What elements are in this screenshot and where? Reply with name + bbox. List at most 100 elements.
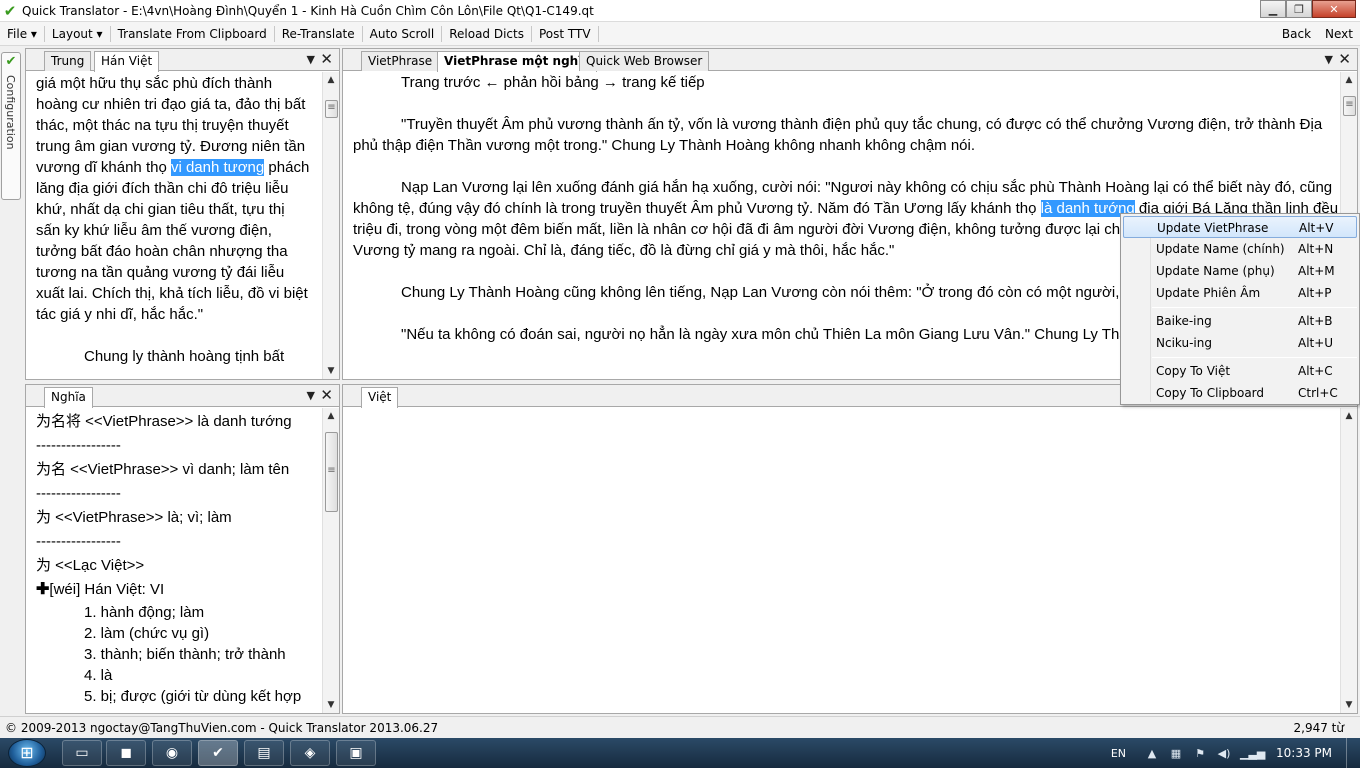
- context-menu: Update VietPhrase Alt+V Update Name (chí…: [1120, 213, 1360, 405]
- status-bar: © 2009-2013 ngoctay@TangThuVien.com - Qu…: [0, 716, 1360, 738]
- app-check-icon: ✔: [3, 1, 17, 20]
- menu-item-label: Update VietPhrase: [1157, 221, 1269, 235]
- text-line: vương dĩ khánh thọ vi danh tương phách: [36, 157, 318, 178]
- translate-from-clipboard-button[interactable]: Translate From Clipboard: [111, 24, 274, 44]
- vietphrase-tabbar: VietPhrase VietPhrase một nghĩa Quick We…: [343, 49, 1357, 72]
- check-icon: ✔: [5, 54, 17, 69]
- scroll-down-icon[interactable]: ▼: [1341, 697, 1357, 713]
- menu-file[interactable]: File ▾: [0, 24, 44, 44]
- viet-scrollbar[interactable]: ▲ ▼: [1340, 408, 1357, 713]
- definition: 5. bị; được (giới từ dùng kết hợp: [84, 688, 302, 705]
- tab-vietphrase-mot-nghia[interactable]: VietPhrase một nghĩa: [437, 51, 598, 72]
- panel-close-icon[interactable]: ✕: [320, 50, 333, 68]
- menu-copy-to-clipboard[interactable]: Copy To Clipboard Ctrl+C: [1123, 382, 1357, 404]
- chrome-icon[interactable]: ◉: [152, 740, 192, 766]
- nghia-scrollbar[interactable]: ▲ ▼: [322, 408, 339, 713]
- menu-item-shortcut: Alt+N: [1298, 242, 1334, 256]
- maximize-button[interactable]: ❐: [1286, 0, 1312, 18]
- nghia-text[interactable]: 为名将 <<VietPhrase>> là danh tướng -------…: [26, 408, 322, 713]
- scroll-up-icon[interactable]: ▲: [323, 408, 339, 424]
- scroll-down-icon[interactable]: ▼: [323, 363, 339, 379]
- separator-line: -----------------: [36, 485, 121, 502]
- text-line: sấn ky khứ liễu âm thế vương điện,: [36, 222, 272, 239]
- network-tray-icon[interactable]: ▦: [1168, 747, 1184, 760]
- tab-dropdown-icon[interactable]: ▼: [1325, 53, 1333, 66]
- tab-viet[interactable]: Việt: [361, 387, 399, 408]
- menu-update-phien-am[interactable]: Update Phiên Âm Alt+P: [1123, 282, 1357, 304]
- title-bar: ✔ Quick Translator - E:\4vn\Hoàng Đình\Q…: [0, 0, 1360, 22]
- configuration-tab[interactable]: ✔ Configuration: [1, 52, 21, 200]
- menu-update-vietphrase[interactable]: Update VietPhrase Alt+V: [1123, 216, 1357, 238]
- scroll-up-icon[interactable]: ▲: [1341, 72, 1357, 88]
- scroll-thumb[interactable]: [1343, 96, 1356, 116]
- panel-close-icon[interactable]: ✕: [1338, 50, 1351, 68]
- post-ttv-button[interactable]: Post TTV: [532, 24, 598, 44]
- action-center-icon[interactable]: ⚑: [1192, 747, 1208, 760]
- text-line: lăng địa giới đích thần chi đô triệu liễ…: [36, 180, 289, 197]
- source-panel: Trung Hán Việt ▼ ✕ giá một hữu thụ sắc p…: [25, 48, 340, 380]
- scroll-up-icon[interactable]: ▲: [323, 72, 339, 88]
- word-count: 2,947 từ: [1293, 721, 1344, 735]
- language-indicator[interactable]: EN: [1111, 747, 1126, 760]
- window-app-icon[interactable]: ▣: [336, 740, 376, 766]
- menu-baike-ing[interactable]: Baike-ing Alt+B: [1123, 310, 1357, 332]
- auto-scroll-button[interactable]: Auto Scroll: [363, 24, 442, 44]
- source-scrollbar[interactable]: ▲ ▼: [322, 72, 339, 379]
- text-line: xuất lai. Chích thị, khả tích liễu, đồ v…: [36, 285, 308, 302]
- tab-dropdown-icon[interactable]: ▼: [307, 53, 315, 66]
- dict-entry: 为名 <<VietPhrase>> vì danh; làm tên: [36, 461, 290, 478]
- menu-separator: [1152, 307, 1357, 308]
- back-button[interactable]: Back: [1275, 24, 1318, 44]
- tab-nghia[interactable]: Nghĩa: [44, 387, 93, 408]
- tray-expand-icon[interactable]: ▲: [1144, 747, 1160, 760]
- retranslate-button[interactable]: Re-Translate: [275, 24, 362, 44]
- quick-translator-icon[interactable]: ✔: [198, 740, 238, 766]
- scroll-up-icon[interactable]: ▲: [1341, 408, 1357, 424]
- media-app-icon[interactable]: ◼: [106, 740, 146, 766]
- menu-item-label: Update Name (phụ): [1156, 264, 1275, 278]
- text-line: Chung ly thành hoàng tịnh bất: [84, 348, 285, 365]
- tab-trung[interactable]: Trung: [44, 51, 92, 71]
- menu-nciku-ing[interactable]: Nciku-ing Alt+U: [1123, 332, 1357, 354]
- tab-dropdown-icon[interactable]: ▼: [307, 389, 315, 402]
- next-button[interactable]: Next: [1318, 24, 1360, 44]
- clock[interactable]: 10:33 PM: [1276, 746, 1332, 760]
- menu-separator: [1152, 357, 1357, 358]
- menu-layout[interactable]: Layout ▾: [45, 24, 110, 44]
- minimize-button[interactable]: ▁: [1260, 0, 1286, 18]
- taskbar: ▭ ◼ ◉ ✔ ▤ ◈ ▣ EN ▲ ▦ ⚑ ◀) ▁▃▅ 10:33 PM: [0, 738, 1360, 768]
- tab-han-viet[interactable]: Hán Việt: [94, 51, 160, 72]
- dict-entry: 为名将 <<VietPhrase>> là danh tướng: [36, 413, 292, 430]
- show-desktop-button[interactable]: [1346, 738, 1360, 768]
- tab-quick-web-browser[interactable]: Quick Web Browser: [579, 51, 710, 71]
- menu-update-name-chinh[interactable]: Update Name (chính) Alt+N: [1123, 238, 1357, 260]
- start-button[interactable]: [8, 739, 46, 767]
- nghia-tabbar: Nghĩa ▼ ✕: [26, 385, 339, 408]
- notepad-icon[interactable]: ▤: [244, 740, 284, 766]
- menu-item-shortcut: Alt+M: [1298, 264, 1335, 278]
- text-segment: phách: [264, 159, 310, 176]
- app-icon[interactable]: ◈: [290, 740, 330, 766]
- han-viet-text[interactable]: giá một hữu thụ sắc phù đích thành hoàng…: [26, 72, 322, 379]
- signal-icon[interactable]: ▁▃▅: [1240, 747, 1265, 760]
- panel-close-icon[interactable]: ✕: [320, 386, 333, 404]
- volume-icon[interactable]: ◀): [1216, 747, 1232, 760]
- definition: 1. hành động; làm: [84, 604, 205, 621]
- reload-dicts-button[interactable]: Reload Dicts: [442, 24, 531, 44]
- menu-copy-to-viet[interactable]: Copy To Việt Alt+C: [1123, 360, 1357, 382]
- scroll-down-icon[interactable]: ▼: [323, 697, 339, 713]
- scroll-thumb[interactable]: [325, 100, 338, 118]
- separator-line: -----------------: [36, 437, 121, 454]
- explorer-icon[interactable]: ▭: [62, 740, 102, 766]
- viet-editor[interactable]: [343, 408, 1340, 713]
- definition: 3. thành; biến thành; trở thành: [84, 646, 286, 663]
- close-button[interactable]: ✕: [1312, 0, 1356, 18]
- configuration-label: Configuration: [4, 75, 17, 150]
- tab-vietphrase[interactable]: VietPhrase: [361, 51, 440, 71]
- text-line: khứ, nhất dạ chi gian tiêu thất, tựu thị: [36, 201, 285, 218]
- scroll-thumb[interactable]: [325, 432, 338, 512]
- text-line: tác giá y nhi dĩ, hắc hắc.": [36, 306, 204, 323]
- dict-entry: 为 <<Lạc Việt>>: [36, 557, 145, 574]
- menu-update-name-phu[interactable]: Update Name (phụ) Alt+M: [1123, 260, 1357, 282]
- text-line: giá một hữu thụ sắc phù đích thành: [36, 75, 273, 92]
